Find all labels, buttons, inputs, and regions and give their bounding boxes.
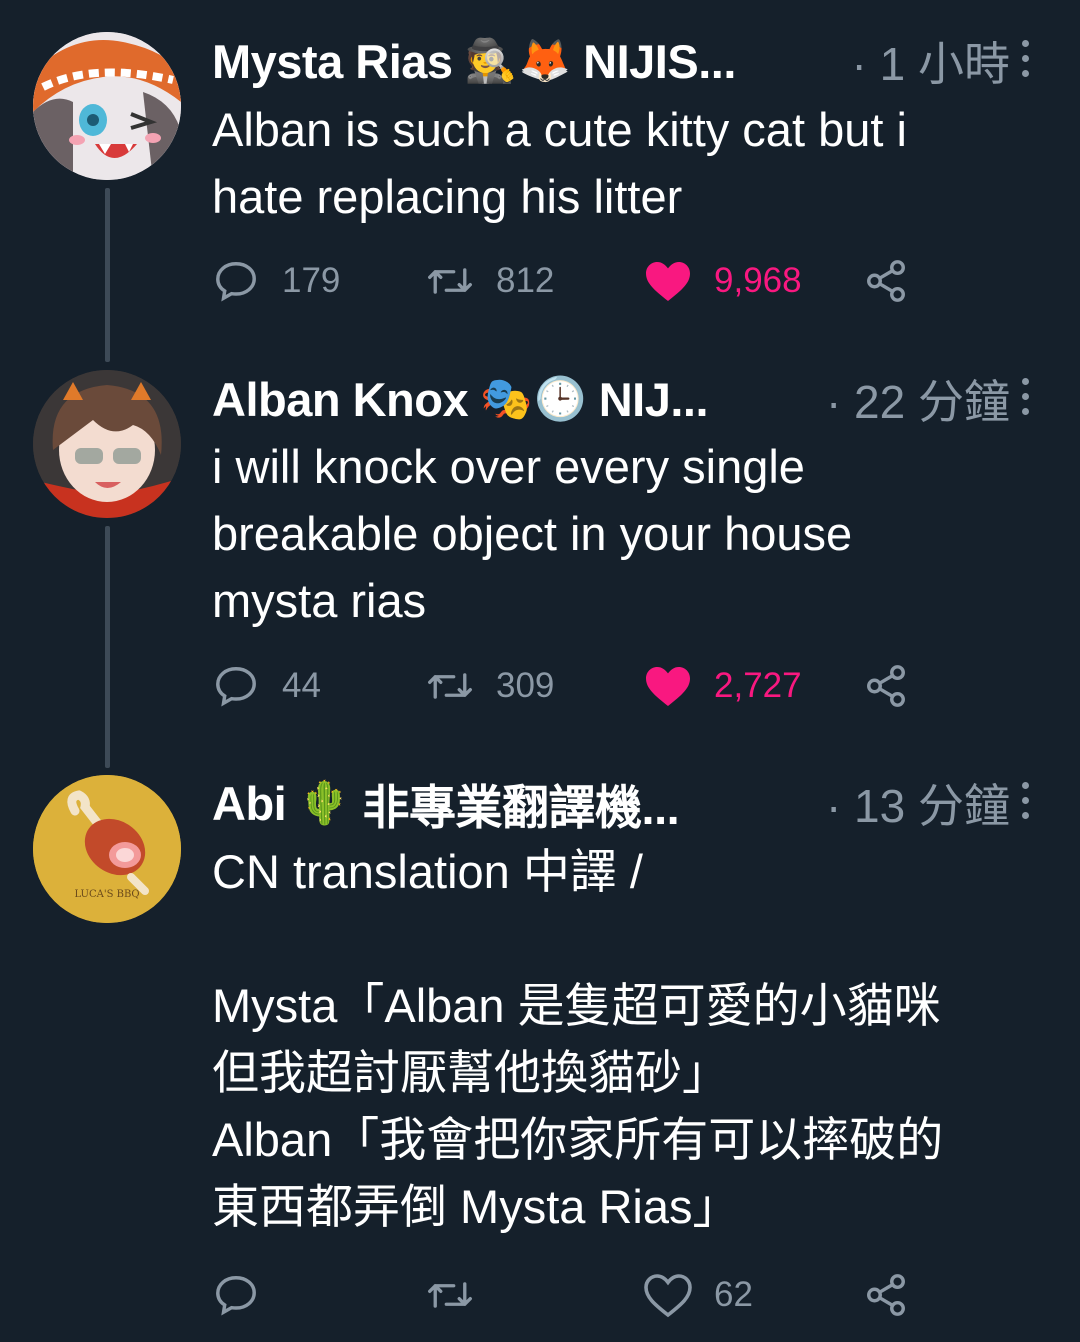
tweet-actions: 44 309 2,727 [212,656,1080,716]
display-name[interactable]: Abi [212,776,287,831]
tweet-actions: 62 [212,1265,1080,1325]
clock-emoji: 🕒 [534,374,587,422]
fox-emoji: 🦊 [518,36,572,84]
more-icon[interactable] [1020,378,1030,415]
username-handle[interactable]: 非專業翻譯機... [363,769,680,838]
tweet-text: i will knock over every single breakable… [212,440,853,627]
theater-masks-emoji: 🎭 [480,374,533,422]
retweet-button[interactable] [426,1265,496,1325]
tweet-actions: 179 812 9,968 [212,251,1080,311]
retweet-icon [426,1271,474,1319]
share-icon [862,1271,910,1319]
share-icon [862,257,910,305]
reply-icon [212,662,260,710]
like-count: 2,727 [714,666,802,705]
more-icon[interactable] [1020,40,1030,77]
reply-count: 44 [282,666,321,705]
avatar-abi[interactable]: LUCA'S BBQ [33,775,181,923]
like-button[interactable]: 2,727 [644,656,802,716]
avatar-logo-text: LUCA'S BBQ [74,889,140,900]
avatar-alban[interactable] [33,370,181,518]
reply-icon [212,1271,260,1319]
thread-line-2 [105,526,110,768]
tweet-header: Abi 🌵 非專業翻譯機... · 13 分鐘 [212,770,1040,836]
retweet-count: 309 [496,666,555,705]
tweet-header: Mysta Rias 🕵 🦊 NIJIS... · 1 小時 [212,31,1040,91]
reply-count: 179 [282,261,341,300]
like-icon [644,1271,692,1319]
username-handle[interactable]: NIJ... [599,372,709,427]
share-button[interactable] [862,656,910,716]
timestamp[interactable]: · 1 小時 [852,28,1040,94]
tweet-text: Alban is such a cute kitty cat but i hat… [212,103,907,223]
like-icon [644,257,692,305]
reply-button[interactable]: 179 [212,251,340,311]
share-icon [862,662,910,710]
display-name[interactable]: Mysta Rias [212,34,453,89]
like-button[interactable]: 9,968 [644,251,802,311]
share-button[interactable] [862,1265,910,1325]
reply-button[interactable]: 44 [212,656,321,716]
retweet-count: 812 [496,261,555,300]
reply-icon [212,257,260,305]
timestamp[interactable]: · 13 分鐘 [826,770,1040,836]
display-name[interactable]: Alban Knox [212,372,469,427]
like-button[interactable]: 62 [644,1265,753,1325]
retweet-icon [426,662,474,710]
retweet-button[interactable]: 309 [426,656,554,716]
username-handle[interactable]: NIJIS... [583,34,736,89]
tweet-header: Alban Knox 🎭 🕒 NIJ... · 22 分鐘 [212,369,1040,429]
avatar-mysta[interactable] [33,32,181,180]
more-icon[interactable] [1020,782,1030,819]
like-count: 62 [714,1275,753,1314]
cactus-emoji: 🌵 [298,778,351,826]
retweet-icon [426,257,474,305]
tweet-text: CN translation 中譯 / Mysta「Alban 是隻超可愛的小貓… [212,845,944,1233]
thread-line-1 [105,188,110,362]
like-count: 9,968 [714,261,802,300]
retweet-button[interactable]: 812 [426,251,554,311]
reply-button[interactable] [212,1265,282,1325]
share-button[interactable] [862,251,910,311]
timestamp[interactable]: · 22 分鐘 [826,366,1040,432]
spy-emoji: 🕵 [464,36,517,84]
like-icon [644,662,692,710]
